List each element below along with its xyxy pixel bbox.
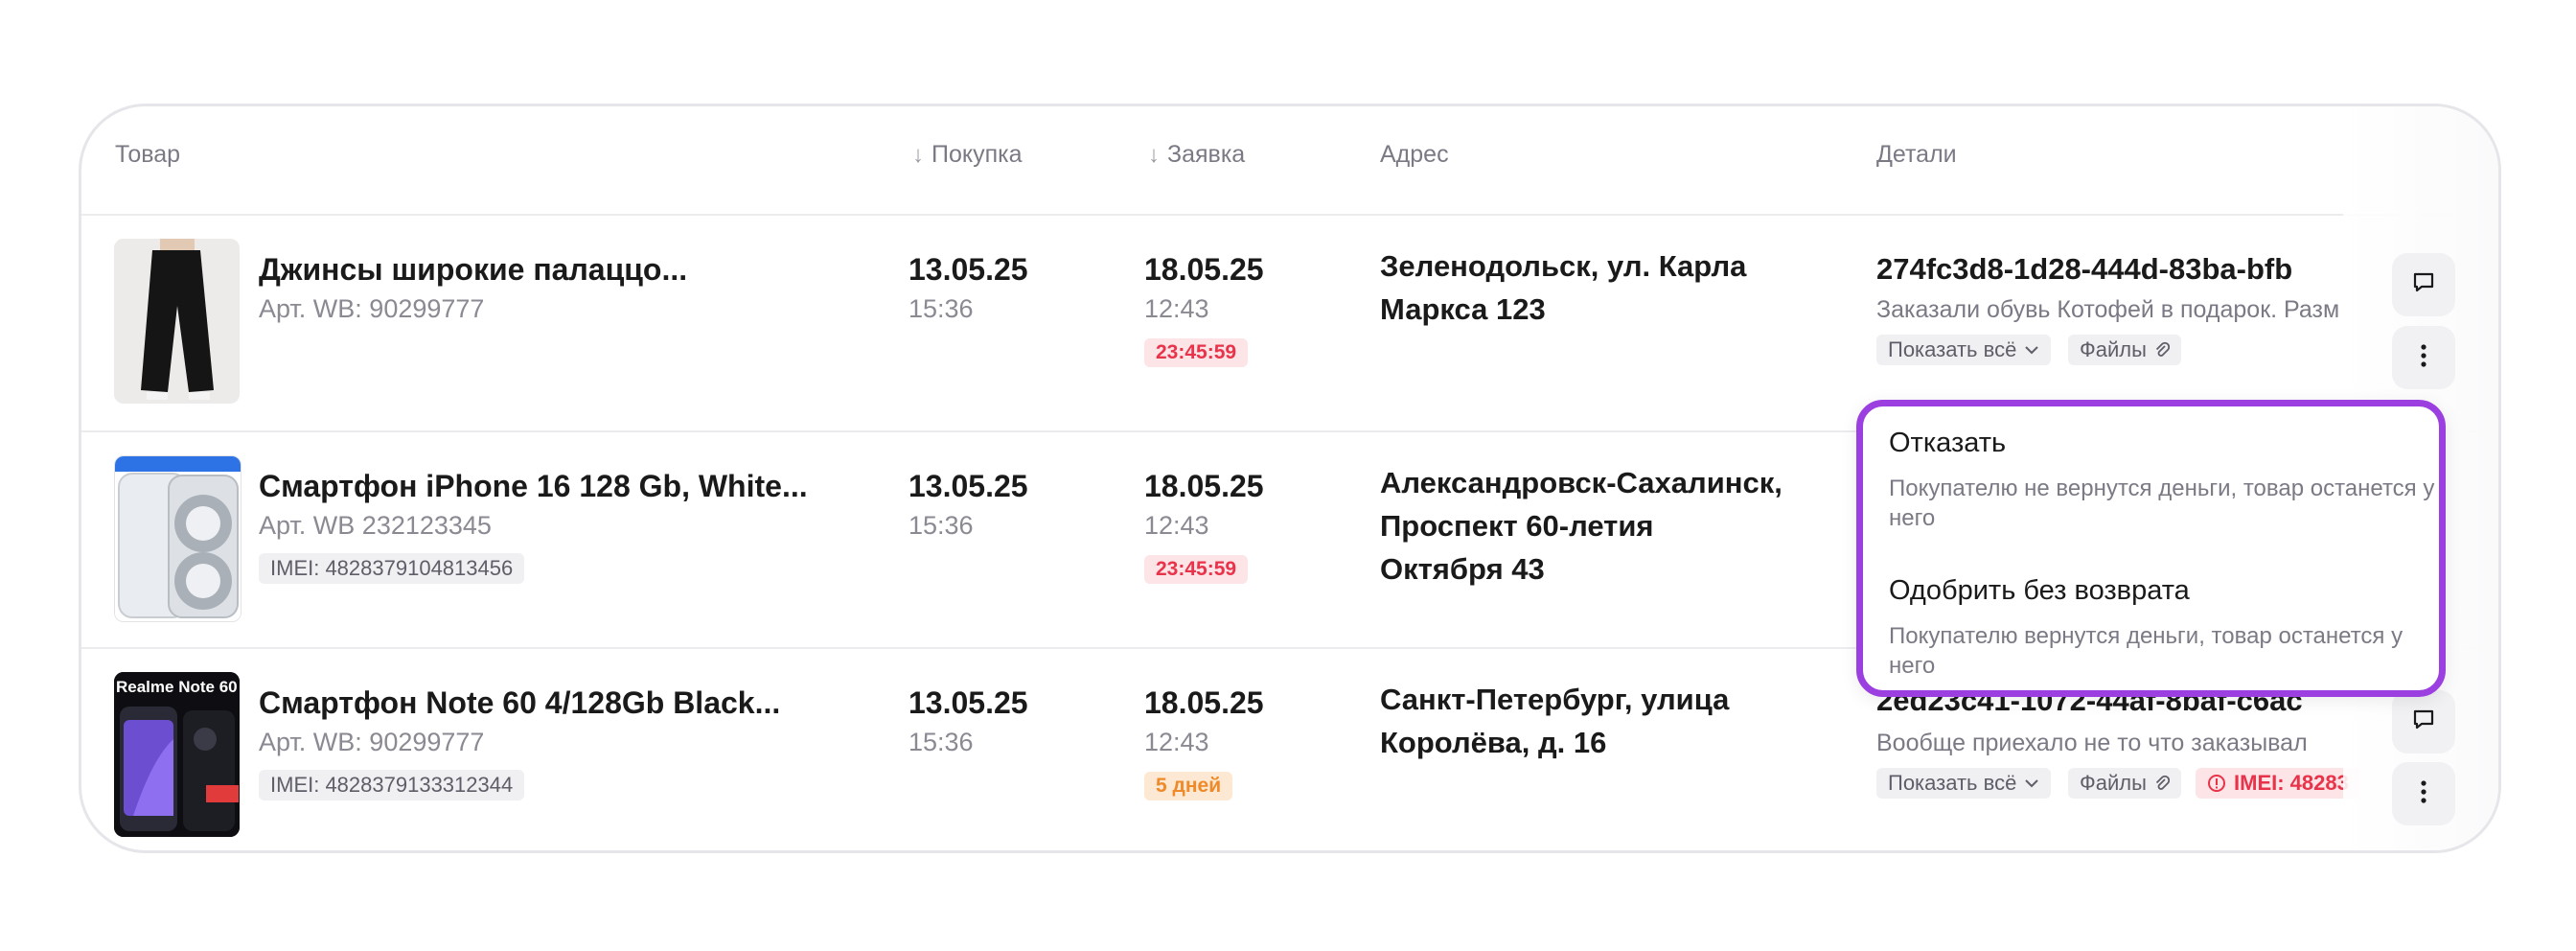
header-address: Адрес	[1380, 141, 1449, 168]
details-title: 274fc3d8-1d28-444d-83ba-bfb	[1876, 252, 2293, 286]
show-all-button[interactable]: Показать всё	[1876, 768, 2052, 799]
timer-badge: 23:45:59	[1144, 338, 1249, 367]
purchase-time: 15:36	[908, 511, 974, 540]
menu-item-reject[interactable]: Отказать Покупателю не вернутся деньги, …	[1863, 406, 2439, 550]
more-button[interactable]	[2392, 326, 2455, 389]
paperclip-icon	[2154, 775, 2170, 792]
request-date: 18.05.25	[1144, 469, 1264, 503]
header-purchase[interactable]: ↓ Покупка	[912, 141, 1023, 169]
days-badge: 5 дней	[1144, 772, 1233, 800]
menu-item-approve-without-return[interactable]: Одобрить без возврата Покупателю вернутс…	[1863, 550, 2439, 694]
request-time: 12:43	[1144, 511, 1209, 540]
comment-icon	[2410, 707, 2437, 738]
imei-alert-label: IMEI: 48283	[2234, 771, 2349, 795]
comment-button[interactable]	[2392, 253, 2455, 316]
thumb-caption: Realme Note 60	[116, 678, 238, 696]
show-all-button[interactable]: Показать всё	[1876, 335, 2052, 365]
header-request[interactable]: ↓ Заявка	[1148, 141, 1245, 169]
more-vertical-icon	[2419, 778, 2428, 810]
product-name[interactable]: Смартфон iPhone 16 128 Gb, White...	[259, 469, 808, 504]
sort-arrow-icon: ↓	[1148, 141, 1160, 168]
chevron-down-icon	[2024, 345, 2039, 355]
imei-alert-badge[interactable]: IMEI: 48283	[2196, 768, 2360, 799]
request-date: 18.05.25	[1144, 685, 1264, 720]
product-article: Арт. WB: 90299777	[259, 728, 485, 756]
show-all-label: Показать всё	[1888, 771, 2017, 795]
details-text: Заказали обувь Котофей в подарок. Разм	[1876, 296, 2340, 323]
menu-item-desc: Покупателю вернутся деньги, товар остане…	[1889, 623, 2404, 679]
imei-badge: IMEI: 4828379104813456	[259, 553, 525, 584]
header-product: Товар	[115, 141, 181, 168]
files-label: Файлы	[2080, 337, 2147, 361]
product-name[interactable]: Смартфон Note 60 4/128Gb Black...	[259, 685, 780, 721]
table-row[interactable]: Джинсы широкие палаццо... Арт. WB: 90299…	[81, 216, 2498, 430]
menu-item-title: Отказать	[1889, 428, 2007, 458]
product-name[interactable]: Джинсы широкие палаццо...	[259, 252, 687, 288]
product-article: Арт. WB 232123345	[259, 511, 492, 540]
product-article: Арт. WB: 90299777	[259, 294, 485, 323]
show-all-label: Показать всё	[1888, 337, 2017, 361]
more-button[interactable]	[2392, 762, 2455, 825]
files-button[interactable]: Файлы	[2068, 768, 2181, 799]
request-date: 18.05.25	[1144, 252, 1264, 287]
purchase-time: 15:36	[908, 294, 974, 323]
purchase-date: 13.05.25	[908, 685, 1028, 720]
sort-arrow-icon: ↓	[912, 141, 924, 168]
product-image: Realme Note 60	[114, 672, 240, 837]
header-details: Детали	[1876, 141, 1957, 168]
actions-dropdown-menu: Отказать Покупателю не вернутся деньги, …	[1856, 400, 2446, 697]
more-vertical-icon	[2419, 342, 2428, 374]
paperclip-icon	[2154, 341, 2170, 359]
chevron-down-icon	[2024, 778, 2039, 788]
menu-item-desc: Покупателю не вернутся деньги, товар ост…	[1889, 476, 2435, 531]
product-image	[114, 239, 240, 404]
address-text: Санкт-Петербург, улица Королёва, д. 16	[1380, 683, 1730, 759]
comment-icon	[2410, 269, 2437, 301]
files-button[interactable]: Файлы	[2068, 335, 2181, 365]
comment-button[interactable]	[2392, 690, 2455, 754]
address-text: Зеленодольск, ул. Карла Маркса 123	[1380, 249, 1747, 326]
request-time: 12:43	[1144, 728, 1209, 756]
timer-badge: 23:45:59	[1144, 555, 1249, 584]
menu-item-title: Одобрить без возврата	[1889, 575, 2190, 606]
imei-badge: IMEI: 4828379133312344	[259, 770, 525, 800]
header-request-label: Заявка	[1167, 141, 1246, 168]
purchase-time: 15:36	[908, 728, 974, 756]
header-purchase-label: Покупка	[932, 141, 1023, 168]
address-text: Александровск-Сахалинск, Проспект 60-лет…	[1380, 466, 1782, 586]
purchase-date: 13.05.25	[908, 252, 1028, 287]
alert-icon	[2207, 774, 2226, 793]
files-label: Файлы	[2080, 771, 2147, 795]
purchase-date: 13.05.25	[908, 469, 1028, 503]
details-text: Вообще приехало не то что заказывал	[1876, 730, 2308, 756]
request-time: 12:43	[1144, 294, 1209, 323]
product-image	[114, 455, 242, 622]
